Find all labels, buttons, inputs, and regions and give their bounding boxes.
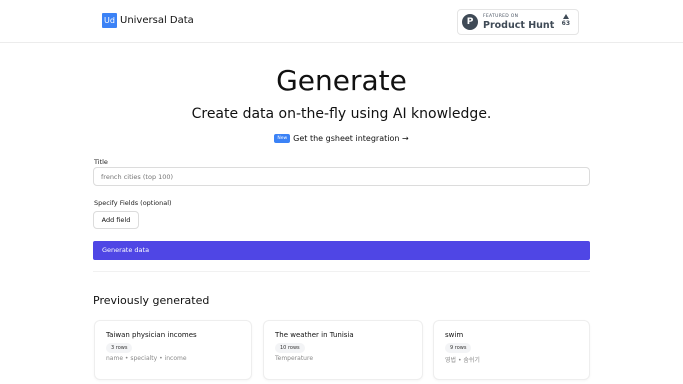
gsheet-integration-link[interactable]: New Get the gsheet integration → xyxy=(0,134,683,143)
divider xyxy=(93,271,590,272)
previously-generated-heading: Previously generated xyxy=(93,294,210,307)
row-count-badge: 10 rows xyxy=(275,343,305,353)
add-field-button[interactable]: Add field xyxy=(93,211,139,229)
card-fields: 영법 • 숨쉬기 xyxy=(445,357,480,364)
card-fields: Temperature xyxy=(275,355,314,362)
row-count-badge: 3 rows xyxy=(106,343,133,353)
logo-icon: Ud xyxy=(102,13,117,28)
producthunt-votes: 63 xyxy=(562,14,570,27)
card-title: swim xyxy=(445,331,464,339)
title-label: Title xyxy=(94,158,108,166)
title-input[interactable] xyxy=(93,167,590,186)
producthunt-logo-icon: P xyxy=(462,14,478,30)
card-title: Taiwan physician incomes xyxy=(106,331,197,339)
top-navbar: Ud Universal Data P FEATURED ON Product … xyxy=(0,0,683,43)
row-count-badge: 9 rows xyxy=(445,343,472,353)
card-title: The weather in Tunisia xyxy=(275,331,354,339)
upvote-arrow-icon xyxy=(562,14,569,19)
app-name: Universal Data xyxy=(120,15,194,26)
card-fields: name • specialty • income xyxy=(106,355,187,362)
page-title: Generate xyxy=(276,64,407,97)
producthunt-name: Product Hunt xyxy=(483,19,555,31)
producthunt-vote-count: 63 xyxy=(561,20,570,27)
page-subtitle: Create data on-the-fly using AI knowledg… xyxy=(191,106,492,122)
logo-link[interactable]: Ud Universal Data xyxy=(102,13,194,28)
new-badge: New xyxy=(274,134,291,143)
generate-data-button[interactable]: Generate data xyxy=(93,241,590,260)
gsheet-link-text: Get the gsheet integration → xyxy=(293,134,409,143)
generated-card[interactable]: The weather in Tunisia 10 rows Temperatu… xyxy=(263,320,423,380)
fields-label: Specify Fields (optional) xyxy=(94,199,172,207)
generated-card[interactable]: Taiwan physician incomes 3 rows name • s… xyxy=(94,320,252,380)
generated-card[interactable]: swim 9 rows 영법 • 숨쉬기 xyxy=(433,320,590,380)
producthunt-badge[interactable]: P FEATURED ON Product Hunt 63 xyxy=(457,9,579,35)
